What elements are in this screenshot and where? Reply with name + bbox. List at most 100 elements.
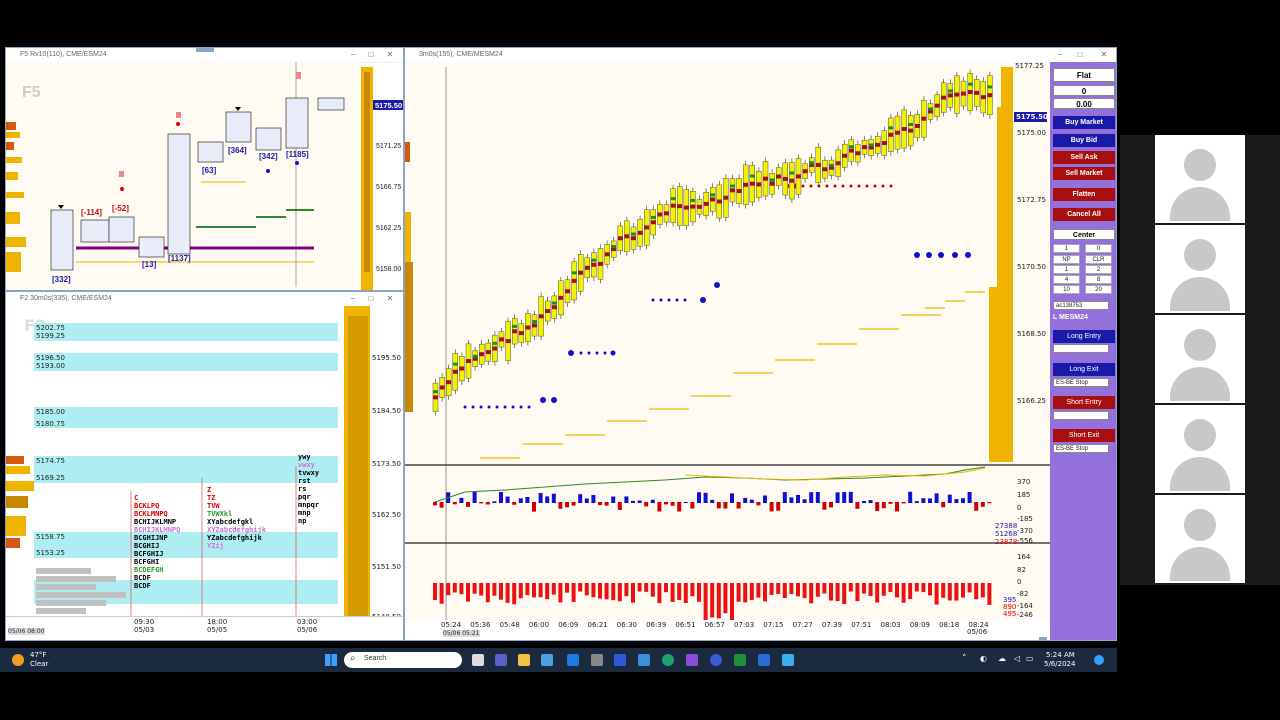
- volume-bar: [848, 583, 853, 592]
- price-bar: [980, 77, 986, 117]
- time-label: 06:39: [646, 621, 667, 629]
- maximize-icon[interactable]: □: [364, 292, 378, 305]
- account-select[interactable]: ac138753: [1053, 301, 1109, 310]
- close-icon[interactable]: ✕: [383, 292, 397, 305]
- cancel-all-button[interactable]: Cancel All: [1053, 208, 1115, 221]
- tl-chart[interactable]: F5 5175.50 5171.25 5166.75 5162.25 5158.…: [6, 62, 404, 291]
- phone-icon[interactable]: [710, 654, 722, 666]
- tpo-row: ywy: [298, 453, 311, 461]
- buy-market-button[interactable]: Buy Market: [1053, 116, 1115, 129]
- notification-icon[interactable]: [1094, 655, 1104, 665]
- qty-20-button[interactable]: 20: [1085, 285, 1112, 294]
- delta-bar: [604, 502, 609, 506]
- main-window: 3m0s(155), CME/MESM24 − □ ✕ 5177.25 5175…: [404, 47, 1117, 641]
- qty-input[interactable]: 1: [1053, 244, 1080, 253]
- battery-icon[interactable]: ▭: [1026, 654, 1034, 663]
- cloud-icon[interactable]: ☁: [998, 654, 1006, 663]
- delta-bar: [677, 502, 682, 512]
- volume-bar: [921, 583, 926, 593]
- close-icon[interactable]: ✕: [383, 48, 397, 61]
- active-app-icon[interactable]: [758, 654, 770, 666]
- delta-bar: [947, 494, 952, 503]
- volume-bar: [683, 583, 688, 603]
- volume-bar: [716, 583, 721, 619]
- volume-bar: [842, 583, 847, 605]
- minimize-icon[interactable]: −: [346, 292, 360, 305]
- price-bar: [505, 317, 511, 365]
- maximize-icon[interactable]: □: [364, 48, 378, 61]
- qty-2-button[interactable]: 2: [1085, 265, 1112, 274]
- participant-tile[interactable]: [1155, 405, 1245, 493]
- app-icon[interactable]: [591, 654, 603, 666]
- participant-tile[interactable]: [1155, 225, 1245, 313]
- clr-button[interactable]: CLR: [1085, 255, 1112, 264]
- store-icon[interactable]: [541, 654, 553, 666]
- participant-tile[interactable]: [1155, 135, 1245, 223]
- delta-bar: [928, 498, 932, 503]
- price-bar: [690, 187, 696, 226]
- minimize-icon[interactable]: −: [1053, 48, 1067, 61]
- speaker-icon[interactable]: ◁: [1014, 654, 1020, 663]
- tl-price: 5162.25: [376, 225, 401, 232]
- long-exit-select[interactable]: ES-BE Stop: [1053, 378, 1109, 387]
- video-icon[interactable]: [614, 654, 626, 666]
- photos-icon[interactable]: [638, 654, 650, 666]
- weather-temp[interactable]: 47°F: [30, 651, 46, 659]
- volume-bar: [492, 583, 497, 596]
- qty-4-button[interactable]: 4: [1053, 275, 1080, 284]
- delta-bar: [558, 502, 563, 509]
- participant-tile[interactable]: [1155, 495, 1245, 583]
- bl-chart[interactable]: F2 5202.75 5199.25 5196.50 5193.00 5185.…: [6, 306, 403, 640]
- qty-1-button[interactable]: 1: [1053, 265, 1080, 274]
- edge-icon[interactable]: [662, 654, 674, 666]
- clock-date[interactable]: 5/6/2024: [1044, 660, 1075, 668]
- volume-bar: [901, 583, 906, 603]
- short-entry-button[interactable]: Short Entry: [1053, 396, 1115, 409]
- main-date-right: 05/06: [967, 628, 988, 636]
- mail-icon[interactable]: [567, 654, 579, 666]
- qty-right[interactable]: 0: [1085, 244, 1112, 253]
- qty-10-button[interactable]: 10: [1053, 285, 1080, 294]
- bl-left-date: 05/06 08:00: [8, 628, 45, 635]
- buy-bid-button[interactable]: Buy Bid: [1053, 134, 1115, 147]
- file-explorer-icon[interactable]: [518, 654, 530, 666]
- main-scrollbar[interactable]: [1039, 637, 1047, 640]
- tools-icon[interactable]: [782, 654, 794, 666]
- long-entry-button[interactable]: Long Entry: [1053, 330, 1115, 343]
- np-button[interactable]: NP: [1053, 255, 1080, 264]
- search-box[interactable]: ⌕ Search: [344, 652, 462, 668]
- short-entry-select[interactable]: [1053, 411, 1109, 420]
- short-exit-select[interactable]: ES-BE Stop: [1053, 444, 1109, 453]
- price-bar: [855, 140, 861, 167]
- long-entry-select[interactable]: [1053, 344, 1109, 353]
- long-exit-button[interactable]: Long Exit: [1053, 363, 1115, 376]
- price-bar: [657, 200, 663, 229]
- short-exit-button[interactable]: Short Exit: [1053, 429, 1115, 442]
- minimize-icon[interactable]: −: [346, 48, 360, 61]
- windows-start-icon[interactable]: [325, 654, 337, 666]
- visual-studio-icon[interactable]: [686, 654, 698, 666]
- chevron-up-icon[interactable]: ˄: [962, 654, 967, 664]
- qty-8-button[interactable]: 8: [1085, 275, 1112, 284]
- spreadsheet-icon[interactable]: [734, 654, 746, 666]
- delta-bar: [835, 492, 840, 503]
- tl-label: [1185]: [286, 150, 309, 159]
- tpo-row: pqr: [298, 493, 311, 501]
- price-bar: [525, 309, 531, 346]
- participant-tile[interactable]: [1155, 315, 1245, 403]
- task-view-icon[interactable]: [472, 654, 484, 666]
- main-chart[interactable]: [405, 62, 1050, 641]
- flatten-button[interactable]: Flatten: [1053, 188, 1115, 201]
- weather-desc[interactable]: Clear: [30, 660, 48, 668]
- sell-market-button[interactable]: Sell Market: [1053, 167, 1115, 180]
- price-bar: [604, 240, 610, 269]
- tl-scrollbar[interactable]: [196, 48, 214, 52]
- volume-bar: [835, 583, 840, 602]
- clock-time[interactable]: 5:24 AM: [1046, 651, 1075, 659]
- close-icon[interactable]: ✕: [1097, 48, 1111, 61]
- network-icon[interactable]: ◐: [980, 654, 987, 663]
- teams-icon[interactable]: [495, 654, 507, 666]
- maximize-icon[interactable]: □: [1073, 48, 1087, 61]
- sell-ask-button[interactable]: Sell Ask: [1053, 151, 1115, 164]
- center-button[interactable]: Center: [1053, 229, 1115, 240]
